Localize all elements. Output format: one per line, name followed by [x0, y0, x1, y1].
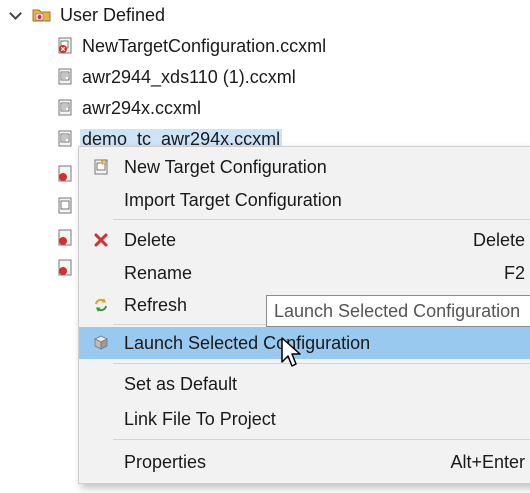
- menu-item-label: New Target Configuration: [124, 156, 327, 177]
- menu-item-import-target-configuration[interactable]: Import Target Configuration: [79, 184, 530, 216]
- tree-item-label: awr2944_xds110 (1).ccxml: [82, 66, 296, 87]
- ccxml-file-icon: [58, 130, 72, 147]
- tree-folder-user-defined[interactable]: User Defined: [8, 0, 167, 30]
- menu-separator: [113, 363, 530, 364]
- tooltip: Launch Selected Configuration: [266, 295, 530, 327]
- menu-item-label: Rename: [124, 262, 193, 283]
- mouse-pointer-icon: [281, 337, 301, 367]
- ccxml-file-icon: [58, 99, 72, 116]
- ccxml-file-icon: [58, 197, 72, 214]
- launch-config-icon: [91, 333, 111, 353]
- menu-item-shortcut: F2: [503, 262, 525, 283]
- menu-item-set-as-default[interactable]: Set as Default: [79, 368, 530, 400]
- tree-item-awr294x[interactable]: awr294x.ccxml: [56, 93, 203, 123]
- menu-item-label: Set as Default: [124, 373, 238, 394]
- menu-item-properties[interactable]: Properties Alt+Enter: [79, 446, 530, 478]
- tree-folder-label: User Defined: [60, 4, 166, 25]
- menu-item-launch-selected-configuration[interactable]: Launch Selected Configuration: [79, 327, 530, 359]
- menu-separator: [113, 219, 530, 220]
- tooltip-text: Launch Selected Configuration: [274, 300, 521, 321]
- delete-x-icon: [91, 230, 111, 250]
- ccxml-file-error-icon: [58, 229, 72, 246]
- menu-item-shortcut: Delete: [472, 229, 525, 250]
- menu-item-label: Launch Selected Configuration: [124, 332, 371, 353]
- refresh-icon: [91, 295, 111, 315]
- menu-item-delete[interactable]: Delete Delete: [79, 224, 530, 256]
- tree-item-awr2944-xds110[interactable]: awr2944_xds110 (1).ccxml: [56, 62, 298, 92]
- new-target-config-icon: [91, 157, 111, 177]
- chevron-down-icon[interactable]: [8, 7, 24, 23]
- tree-item-label: awr294x.ccxml: [82, 97, 202, 118]
- menu-item-label: Delete: [124, 229, 177, 250]
- menu-item-label: Properties: [124, 451, 207, 472]
- menu-item-link-file-to-project[interactable]: Link File To Project: [79, 403, 530, 435]
- menu-item-rename[interactable]: Rename F2: [79, 257, 530, 289]
- menu-item-label: Refresh: [124, 294, 188, 315]
- tree-item-label: NewTargetConfiguration.ccxml: [82, 35, 327, 56]
- menu-item-label: Import Target Configuration: [124, 189, 342, 210]
- folder-config-icon: [32, 9, 51, 22]
- project-explorer: User Defined NewTargetConfiguration.ccxm…: [0, 0, 530, 493]
- menu-separator: [113, 439, 530, 440]
- ccxml-file-icon: [58, 68, 72, 85]
- menu-item-new-target-configuration[interactable]: New Target Configuration: [79, 151, 530, 183]
- ccxml-file-error-icon: [58, 259, 72, 276]
- menu-item-label: Link File To Project: [124, 408, 276, 429]
- ccxml-file-error-icon: [58, 165, 72, 182]
- menu-item-shortcut: Alt+Enter: [450, 451, 525, 472]
- ccxml-file-error-icon: [58, 37, 72, 54]
- tree-item-new-target-configuration[interactable]: NewTargetConfiguration.ccxml: [56, 31, 328, 61]
